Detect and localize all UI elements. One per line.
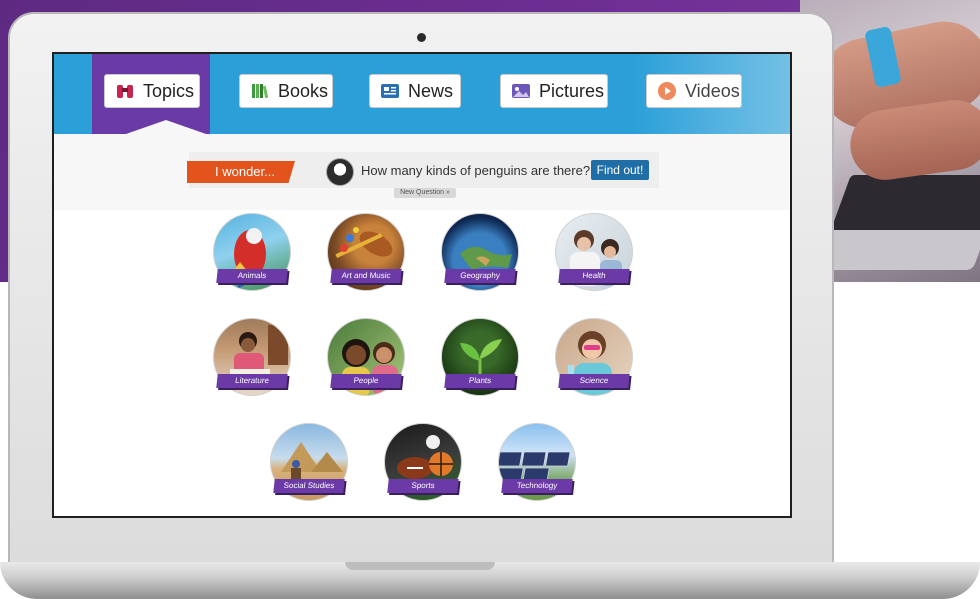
tab-pictures-label: Pictures bbox=[539, 80, 605, 101]
topic-technology[interactable]: Technology bbox=[498, 423, 576, 501]
tab-videos-label: Videos bbox=[685, 80, 740, 101]
laptop-notch bbox=[345, 562, 495, 570]
topic-science[interactable]: Science bbox=[555, 318, 633, 396]
topic-label: People bbox=[330, 374, 402, 388]
tab-news[interactable]: News bbox=[369, 74, 461, 108]
new-question-button[interactable]: New Question » bbox=[394, 188, 456, 198]
books-icon bbox=[250, 81, 270, 101]
active-tab-pointer bbox=[126, 120, 206, 134]
tab-news-label: News bbox=[408, 80, 454, 101]
topic-geography[interactable]: Geography bbox=[441, 213, 519, 291]
topic-plants[interactable]: Plants bbox=[441, 318, 519, 396]
play-icon bbox=[657, 81, 677, 101]
tab-pictures[interactable]: Pictures bbox=[500, 74, 608, 108]
tab-videos[interactable]: Videos bbox=[646, 74, 742, 108]
topic-label: Animals bbox=[216, 269, 288, 283]
topic-label: Literature bbox=[216, 374, 288, 388]
laptop-screen: Topics Books News Pictures Videos I wond… bbox=[52, 52, 792, 518]
topic-health[interactable]: Health bbox=[555, 213, 633, 291]
topic-label: Sports bbox=[387, 479, 459, 493]
penguin-icon bbox=[326, 158, 354, 186]
picture-icon bbox=[511, 81, 531, 101]
topic-label: Plants bbox=[444, 374, 516, 388]
newspaper-icon bbox=[380, 81, 400, 101]
topic-sports[interactable]: Sports bbox=[384, 423, 462, 501]
topic-label: Technology bbox=[501, 479, 573, 493]
tab-topics[interactable]: Topics bbox=[104, 74, 200, 108]
topic-literature[interactable]: Literature bbox=[213, 318, 291, 396]
tab-books-label: Books bbox=[278, 80, 329, 101]
wonder-question[interactable]: How many kinds of penguins are there? bbox=[361, 163, 590, 178]
topic-label: Geography bbox=[444, 269, 516, 283]
tab-topics-label: Topics bbox=[143, 80, 195, 101]
topic-animals[interactable]: Animals bbox=[213, 213, 291, 291]
topic-label: Art and Music bbox=[330, 269, 402, 283]
topic-social-studies[interactable]: Social Studies bbox=[270, 423, 348, 501]
i-wonder-tag: I wonder... bbox=[187, 161, 295, 183]
binoculars-icon bbox=[115, 81, 135, 101]
topic-label: Health bbox=[558, 269, 630, 283]
topic-label: Social Studies bbox=[273, 479, 345, 493]
topic-label: Science bbox=[558, 374, 630, 388]
topic-people[interactable]: People bbox=[327, 318, 405, 396]
camera-dot bbox=[417, 33, 426, 42]
top-nav: Topics Books News Pictures Videos bbox=[54, 54, 790, 134]
find-out-button[interactable]: Find out! bbox=[591, 160, 649, 180]
tab-books[interactable]: Books bbox=[239, 74, 333, 108]
topic-art-and-music[interactable]: Art and Music bbox=[327, 213, 405, 291]
